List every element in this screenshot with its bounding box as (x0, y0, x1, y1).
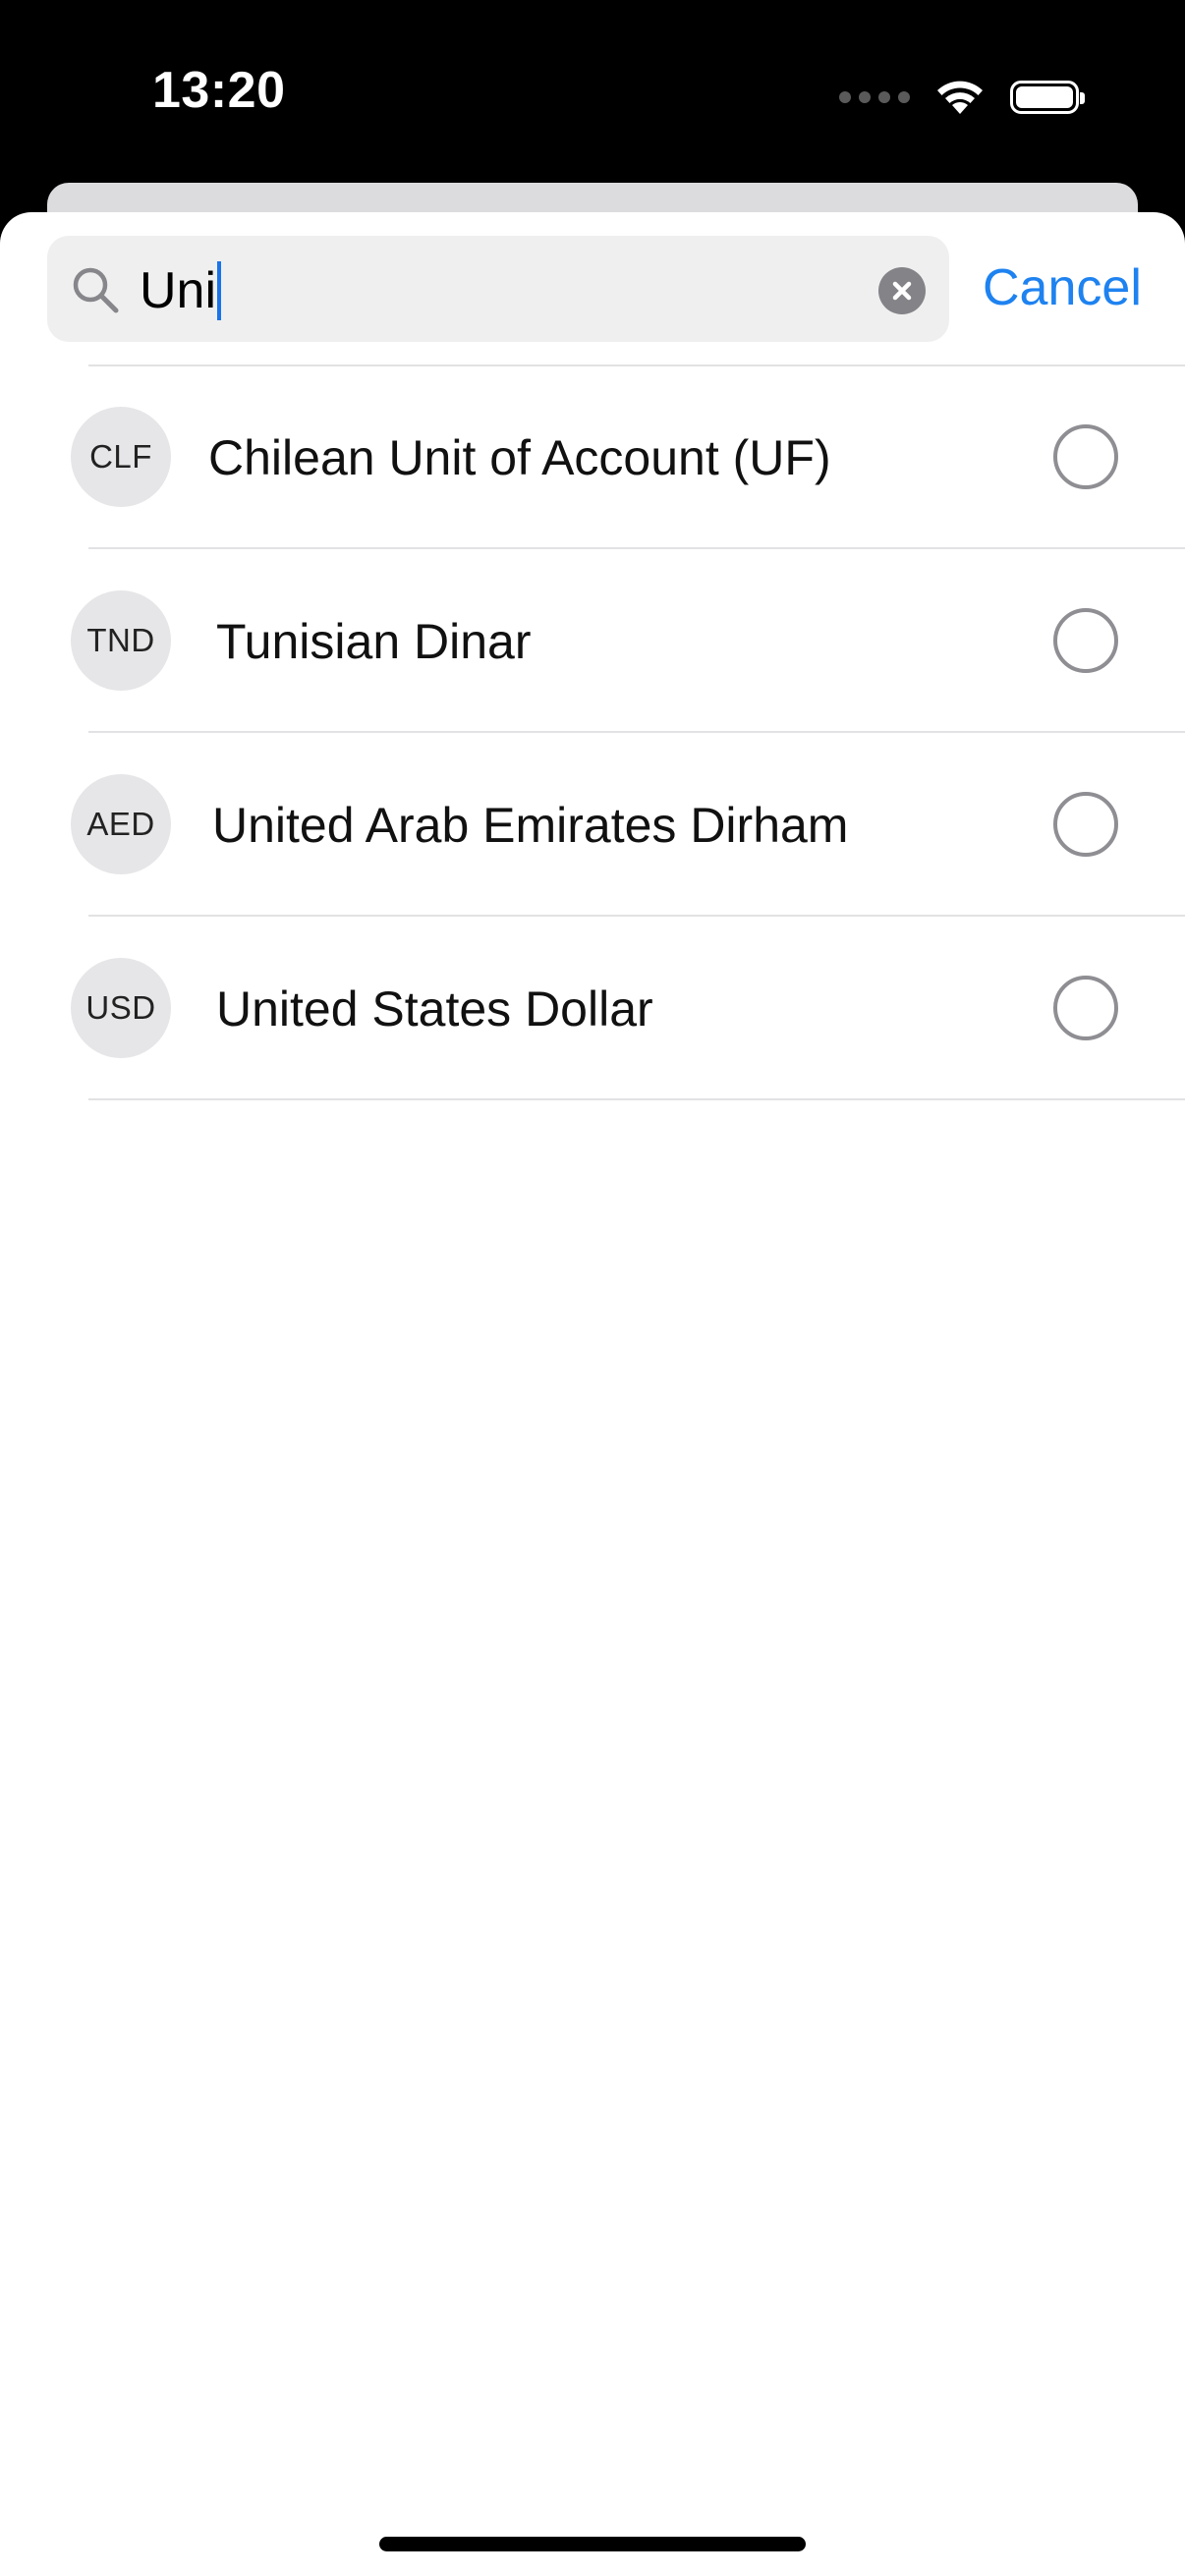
currency-code-badge: AED (71, 774, 171, 874)
battery-icon (1010, 81, 1085, 114)
selection-radio[interactable] (1053, 976, 1118, 1040)
status-icons (839, 73, 1085, 122)
screen: 13:20 Uni Cancel CLF Chilean Unit of Acc… (0, 0, 1185, 2576)
text-caret (217, 261, 222, 320)
currency-picker-sheet: Uni Cancel CLF Chilean Unit of Account (… (0, 212, 1185, 2576)
currency-name: United States Dollar (216, 981, 653, 1036)
search-input-value: Uni (140, 262, 217, 319)
currency-name: Tunisian Dinar (216, 614, 532, 669)
home-indicator[interactable] (379, 2537, 806, 2551)
currency-code-badge: USD (71, 958, 171, 1058)
currency-code-badge: TND (71, 590, 171, 691)
currency-row-aed[interactable]: AED United Arab Emirates Dirham (0, 733, 1185, 917)
currency-row-clf[interactable]: CLF Chilean Unit of Account (UF) (0, 365, 1185, 549)
search-icon (73, 267, 119, 313)
search-input[interactable]: Uni (140, 261, 222, 320)
currency-row-tnd[interactable]: TND Tunisian Dinar (0, 549, 1185, 733)
clear-icon (892, 281, 912, 301)
currency-row-usd[interactable]: USD United States Dollar (0, 917, 1185, 1100)
currency-name: United Arab Emirates Dirham (212, 798, 849, 853)
selection-radio[interactable] (1053, 424, 1118, 489)
search-field[interactable]: Uni (47, 236, 949, 342)
selection-radio[interactable] (1053, 608, 1118, 673)
currency-code-badge: CLF (71, 407, 171, 507)
cancel-button[interactable]: Cancel (983, 257, 1142, 318)
status-time: 13:20 (152, 62, 286, 119)
currency-list: CLF Chilean Unit of Account (UF) TND Tun… (0, 365, 1185, 1100)
search-bar: Uni Cancel (47, 236, 1142, 342)
currency-name: Chilean Unit of Account (UF) (208, 430, 831, 485)
wifi-icon (937, 81, 983, 114)
cellular-dots-icon (839, 91, 910, 103)
selection-radio[interactable] (1053, 792, 1118, 857)
clear-search-button[interactable] (878, 267, 926, 314)
